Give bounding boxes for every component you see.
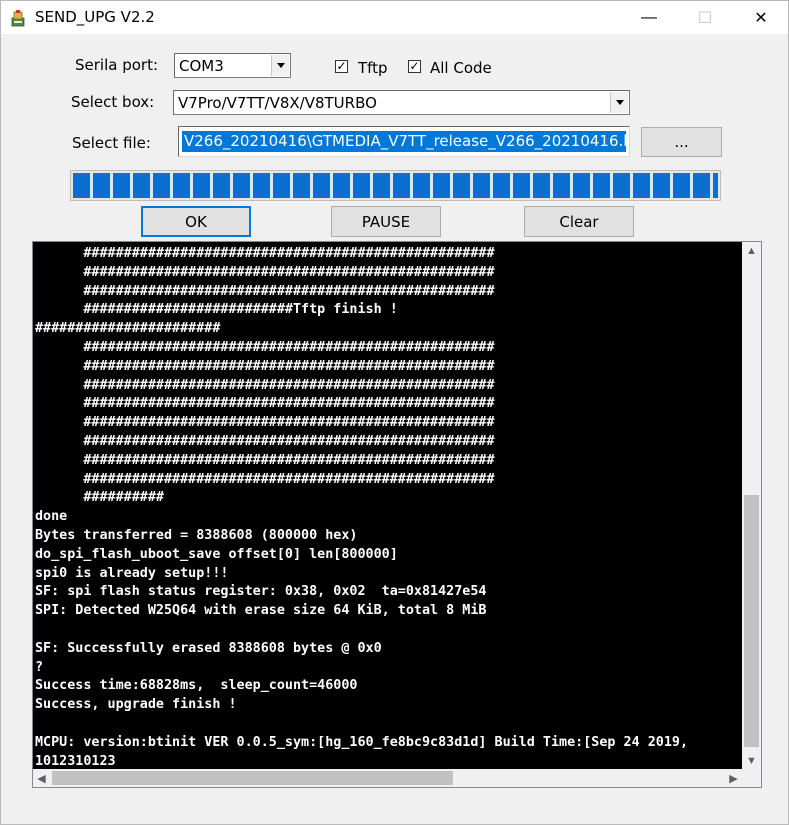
console-line: Success time:68828ms, sleep_count=46000 (35, 678, 358, 694)
pause-button[interactable]: PAUSE (331, 206, 441, 237)
console-line: ########## (35, 490, 164, 506)
app-window: SEND_UPG V2.2 — ☐ ✕ Serila port: COM3 ✓ … (0, 0, 789, 825)
console-line: ##########################Tftp finish ! (35, 302, 398, 318)
clear-button[interactable]: Clear (524, 206, 634, 237)
console-line: ########################################… (35, 415, 495, 431)
vertical-scroll-thumb[interactable] (744, 495, 759, 747)
console-log: ########################################… (35, 245, 741, 767)
maximize-button[interactable]: ☐ (682, 1, 728, 34)
horizontal-scrollbar[interactable]: ◀ ▶ (33, 769, 742, 787)
horizontal-scroll-thumb[interactable] (52, 771, 453, 785)
console-line: 1012310123 (35, 753, 116, 767)
console-line: SF: Successfully erased 8388608 bytes @ … (35, 640, 382, 656)
console-line: ########################################… (35, 433, 495, 449)
serial-port-select[interactable]: COM3 (174, 53, 291, 78)
select-file-value: V266_20210416\GTMEDIA_V7TT_release_V266_… (182, 131, 626, 152)
scroll-up-icon[interactable]: ▲ (742, 242, 761, 259)
console-line: ########################################… (35, 264, 495, 280)
close-button[interactable]: ✕ (738, 1, 784, 34)
console-line: ####################### (35, 321, 221, 337)
tftp-label: Tftp (358, 59, 388, 77)
console-line: Success, upgrade finish ! (35, 697, 237, 713)
app-icon (11, 10, 25, 27)
window-title: SEND_UPG V2.2 (35, 8, 155, 26)
title-bar[interactable]: SEND_UPG V2.2 — ☐ ✕ (1, 1, 788, 34)
select-file-label: Select file: (72, 134, 151, 152)
console-line: ? (35, 659, 44, 675)
select-box-value: V7Pro/V7TT/V8X/V8TURBO (178, 94, 377, 112)
console-line: MCPU: version:btinit VER 0.0.5_sym:[hg_1… (35, 734, 689, 750)
console-line: spi0 is already setup!!! (35, 565, 229, 581)
console-line: ########################################… (35, 452, 495, 468)
console-line: ########################################… (35, 471, 495, 487)
select-file-input[interactable]: V266_20210416\GTMEDIA_V7TT_release_V266_… (178, 126, 630, 157)
console-line: ########################################… (35, 246, 495, 261)
console-line: ########################################… (35, 358, 495, 374)
console-line: do_spi_flash_uboot_save offset[0] len[80… (35, 546, 398, 562)
console-line: done (35, 509, 68, 525)
console-line: Bytes transferred = 8388608 (800000 hex) (35, 527, 358, 543)
select-box-select[interactable]: V7Pro/V7TT/V8X/V8TURBO (173, 90, 630, 115)
minimize-button[interactable]: — (626, 1, 672, 34)
progress-fill (73, 173, 718, 198)
scroll-left-icon[interactable]: ◀ (33, 769, 50, 787)
console-output[interactable]: ########################################… (32, 241, 762, 788)
scroll-right-icon[interactable]: ▶ (725, 769, 742, 787)
console-line: ########################################… (35, 377, 495, 393)
serial-port-value: COM3 (179, 57, 224, 75)
all-code-checkbox[interactable]: ✓ (408, 60, 421, 73)
serial-port-label: Serila port: (75, 56, 159, 74)
progress-bar (70, 170, 721, 201)
scroll-down-icon[interactable]: ▼ (742, 752, 761, 769)
chevron-down-icon[interactable] (610, 92, 628, 113)
ok-button[interactable]: OK (141, 206, 251, 237)
console-line: ########################################… (35, 283, 495, 299)
chevron-down-icon[interactable] (271, 55, 289, 76)
console-line: SF: spi flash status register: 0x38, 0x0… (35, 584, 487, 600)
console-line: ########################################… (35, 339, 495, 355)
console-line: ########################################… (35, 396, 495, 412)
all-code-label: All Code (430, 59, 492, 77)
scrollbar-corner (742, 769, 761, 787)
tftp-checkbox[interactable]: ✓ (335, 60, 348, 73)
vertical-scrollbar[interactable]: ▲ ▼ (742, 242, 761, 769)
browse-button[interactable]: ... (641, 127, 722, 157)
console-line: SPI: Detected W25Q64 with erase size 64 … (35, 603, 487, 619)
select-box-label: Select box: (71, 93, 155, 111)
